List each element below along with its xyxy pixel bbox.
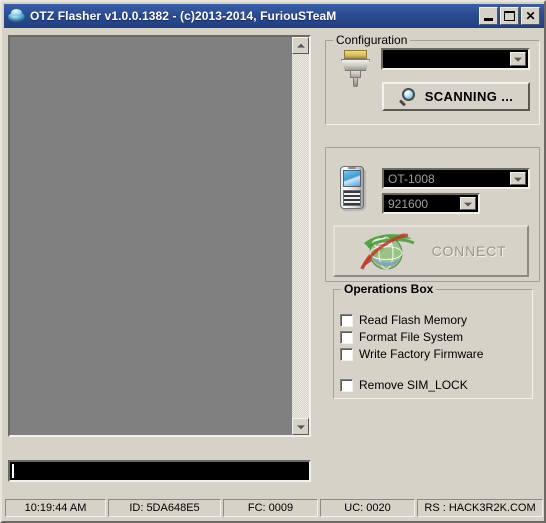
model-select[interactable]: OT-1008 [382,168,530,189]
status-bar: 10:19:44 AM ID: 5DA648E5 FC: 0009 UC: 00… [4,497,544,519]
checkbox-icon[interactable] [340,313,353,327]
scroll-down-button[interactable] [292,418,309,435]
minimize-button[interactable] [479,7,498,25]
close-icon: ✕ [525,9,536,23]
scan-button[interactable]: SCANNING ... [382,82,530,111]
app-disc-icon [8,8,25,25]
checkbox-label: Write Factory Firmware [359,347,484,361]
checkbox-icon[interactable] [340,347,353,361]
log-output-panel[interactable] [8,35,311,437]
status-fc: FC: 0009 [223,499,318,517]
model-select-value: OT-1008 [388,171,435,186]
baudrate-select-chevron-down-icon[interactable] [460,197,476,210]
connect-button[interactable]: CONNECT [333,225,529,277]
checkbox-label: Format File System [359,330,464,344]
status-time: 10:19:44 AM [5,499,106,517]
checkbox-remove-sim-lock[interactable]: Remove SIM_LOCK [340,377,468,393]
close-button[interactable]: ✕ [521,7,540,25]
application-window: OTZ Flasher v1.0.0.1382 - (c)2013-2014, … [0,0,546,523]
checkbox-write-factory-firmware[interactable]: Write Factory Firmware [340,346,483,362]
window-title: OTZ Flasher v1.0.0.1382 - (c)2013-2014, … [30,9,337,23]
maximize-button[interactable] [500,7,519,25]
checkbox-icon[interactable] [340,330,353,344]
port-select-chevron-down-icon[interactable] [510,52,526,66]
title-bar: OTZ Flasher v1.0.0.1382 - (c)2013-2014, … [4,4,544,28]
configuration-group-title: Configuration [333,33,411,47]
magnifier-icon [398,87,419,107]
status-id: ID: 5DA648E5 [108,499,221,517]
log-text-area[interactable] [10,37,292,435]
checkbox-label: Read Flash Memory [359,313,468,327]
log-vertical-scrollbar[interactable] [292,37,309,435]
operations-group-title: Operations Box [341,282,437,296]
scroll-up-button[interactable] [292,37,309,54]
baudrate-select-value: 921600 [388,196,429,211]
baudrate-select[interactable]: 921600 [382,193,480,214]
port-select[interactable] [381,48,530,70]
serial-connector-icon [338,48,374,88]
mobile-phone-icon [338,165,370,213]
status-uc: UC: 0020 [320,499,415,517]
status-rs: RS : HACK3R2K.COM [417,499,543,517]
checkbox-label: Remove SIM_LOCK [359,378,468,392]
scan-button-label: SCANNING ... [424,89,514,104]
model-select-chevron-down-icon[interactable] [510,172,526,185]
progress-bar [8,460,311,482]
caret-down-icon [296,424,305,429]
checkbox-read-flash-memory[interactable]: Read Flash Memory [340,312,467,328]
connect-button-label: CONNECT [431,243,507,259]
window-controls: ✕ [479,7,540,25]
globe-network-icon [356,229,418,273]
checkbox-icon[interactable] [340,378,353,392]
caret-up-icon [296,43,305,48]
checkbox-format-file-system[interactable]: Format File System [340,329,463,345]
progress-caret [12,464,14,478]
